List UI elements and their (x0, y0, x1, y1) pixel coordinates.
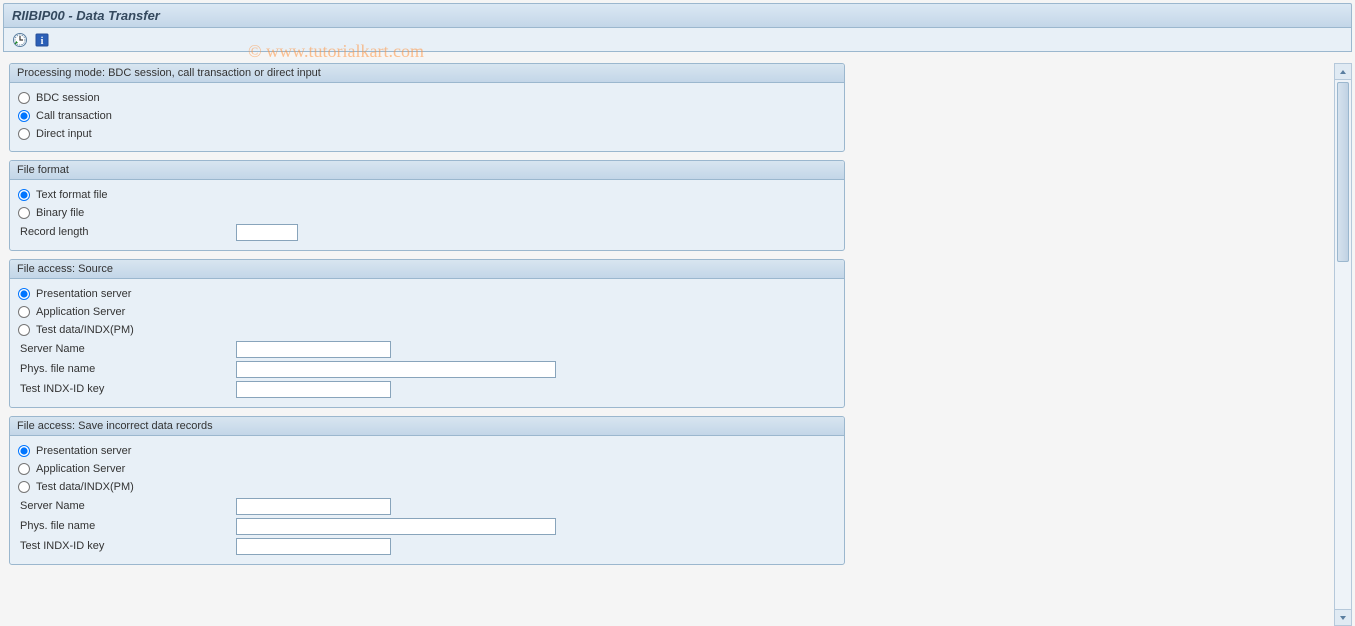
radio-src-application[interactable] (18, 306, 30, 318)
radio-text-format[interactable] (18, 189, 30, 201)
radio-save-presentation[interactable] (18, 445, 30, 457)
radio-label-src-testdata: Test data/INDX(PM) (36, 324, 134, 336)
input-src-server-name[interactable] (236, 341, 391, 358)
panel-body-save-incorrect: Presentation server Application Server T… (10, 436, 844, 564)
panel-header-source: File access: Source (10, 260, 844, 279)
svg-text:i: i (41, 36, 44, 47)
radio-save-application[interactable] (18, 463, 30, 475)
radio-row-binary-file[interactable]: Binary file (18, 204, 836, 222)
field-row-save-indx: Test INDX-ID key (18, 536, 836, 556)
label-record-length: Record length (18, 226, 236, 238)
radio-row-save-application[interactable]: Application Server (18, 460, 836, 478)
page-title: RIIBIP00 - Data Transfer (12, 8, 160, 23)
field-row-src-server-name: Server Name (18, 339, 836, 359)
panel-body-source: Presentation server Application Server T… (10, 279, 844, 407)
label-src-server-name: Server Name (18, 343, 236, 355)
label-save-indx: Test INDX-ID key (18, 540, 236, 552)
input-save-phys-file[interactable] (236, 518, 556, 535)
field-row-save-phys-file: Phys. file name (18, 516, 836, 536)
radio-row-src-application[interactable]: Application Server (18, 303, 836, 321)
radio-label-src-presentation: Presentation server (36, 288, 131, 300)
radio-row-src-presentation[interactable]: Presentation server (18, 285, 836, 303)
input-save-indx[interactable] (236, 538, 391, 555)
radio-row-call[interactable]: Call transaction (18, 107, 836, 125)
panel-processing-mode: Processing mode: BDC session, call trans… (9, 63, 845, 152)
field-row-src-phys-file: Phys. file name (18, 359, 836, 379)
radio-row-text-format[interactable]: Text format file (18, 186, 836, 204)
vertical-scrollbar[interactable] (1334, 63, 1352, 626)
radio-binary-file[interactable] (18, 207, 30, 219)
scroll-thumb[interactable] (1337, 82, 1349, 262)
radio-label-call: Call transaction (36, 110, 112, 122)
radio-save-testdata[interactable] (18, 481, 30, 493)
label-src-phys-file: Phys. file name (18, 363, 236, 375)
panel-header-processing-mode: Processing mode: BDC session, call trans… (10, 64, 844, 83)
radio-row-src-testdata[interactable]: Test data/INDX(PM) (18, 321, 836, 339)
panel-body-processing-mode: BDC session Call transaction Direct inpu… (10, 83, 844, 151)
field-row-save-server-name: Server Name (18, 496, 836, 516)
radio-direct-input[interactable] (18, 128, 30, 140)
radio-label-bdc: BDC session (36, 92, 100, 104)
radio-call-transaction[interactable] (18, 110, 30, 122)
radio-bdc-session[interactable] (18, 92, 30, 104)
radio-src-testdata[interactable] (18, 324, 30, 336)
radio-label-src-application: Application Server (36, 306, 125, 318)
radio-row-bdc[interactable]: BDC session (18, 89, 836, 107)
radio-row-direct[interactable]: Direct input (18, 125, 836, 143)
panel-header-file-format: File format (10, 161, 844, 180)
execute-icon[interactable] (12, 32, 28, 48)
input-save-server-name[interactable] (236, 498, 391, 515)
radio-label-save-presentation: Presentation server (36, 445, 131, 457)
panel-header-save-incorrect: File access: Save incorrect data records (10, 417, 844, 436)
radio-label-binary: Binary file (36, 207, 84, 219)
radio-row-save-presentation[interactable]: Presentation server (18, 442, 836, 460)
panel-file-access-save-incorrect: File access: Save incorrect data records… (9, 416, 845, 565)
label-save-phys-file: Phys. file name (18, 520, 236, 532)
field-row-record-length: Record length (18, 222, 836, 242)
toolbar: i (3, 28, 1352, 52)
radio-label-save-testdata: Test data/INDX(PM) (36, 481, 134, 493)
radio-src-presentation[interactable] (18, 288, 30, 300)
radio-label-text: Text format file (36, 189, 108, 201)
label-src-indx: Test INDX-ID key (18, 383, 236, 395)
panel-file-access-source: File access: Source Presentation server … (9, 259, 845, 408)
input-src-phys-file[interactable] (236, 361, 556, 378)
panel-file-format: File format Text format file Binary file… (9, 160, 845, 251)
field-row-src-indx: Test INDX-ID key (18, 379, 836, 399)
label-save-server-name: Server Name (18, 500, 236, 512)
scroll-up-arrow-icon[interactable] (1335, 64, 1351, 80)
panel-body-file-format: Text format file Binary file Record leng… (10, 180, 844, 250)
radio-row-save-testdata[interactable]: Test data/INDX(PM) (18, 478, 836, 496)
radio-label-save-application: Application Server (36, 463, 125, 475)
input-record-length[interactable] (236, 224, 298, 241)
input-src-indx[interactable] (236, 381, 391, 398)
page-title-bar: RIIBIP00 - Data Transfer (3, 3, 1352, 28)
radio-label-direct: Direct input (36, 128, 92, 140)
info-icon[interactable]: i (34, 32, 50, 48)
content-area: Processing mode: BDC session, call trans… (3, 63, 1352, 626)
scroll-viewport: Processing mode: BDC session, call trans… (3, 63, 1330, 626)
